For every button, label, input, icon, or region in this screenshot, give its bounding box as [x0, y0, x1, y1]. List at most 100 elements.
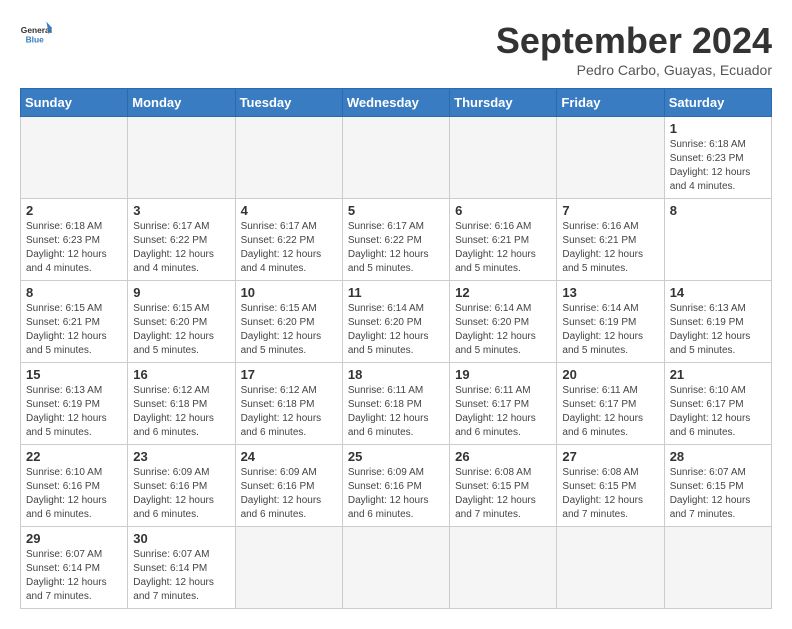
- day-detail: Sunrise: 6:09 AM Sunset: 6:16 PM Dayligh…: [133, 467, 214, 520]
- day-detail: Sunrise: 6:13 AM Sunset: 6:19 PM Dayligh…: [26, 385, 107, 438]
- day-detail: Sunrise: 6:16 AM Sunset: 6:21 PM Dayligh…: [455, 221, 536, 274]
- day-cell: 21 Sunrise: 6:10 AM Sunset: 6:17 PM Dayli…: [664, 363, 771, 445]
- days-of-week-header: SundayMondayTuesdayWednesdayThursdayFrid…: [21, 89, 772, 117]
- day-number: 23: [133, 449, 229, 464]
- dow-thursday: Thursday: [450, 89, 557, 117]
- empty-cell: [21, 117, 128, 199]
- day-number: 17: [241, 367, 337, 382]
- location: Pedro Carbo, Guayas, Ecuador: [496, 62, 772, 78]
- day-cell: 24 Sunrise: 6:09 AM Sunset: 6:16 PM Dayli…: [235, 445, 342, 527]
- day-number: 8: [26, 285, 122, 300]
- day-number: 11: [348, 285, 444, 300]
- day-cell: 8: [664, 199, 771, 281]
- day-number: 24: [241, 449, 337, 464]
- day-detail: Sunrise: 6:17 AM Sunset: 6:22 PM Dayligh…: [133, 221, 214, 274]
- day-detail: Sunrise: 6:14 AM Sunset: 6:19 PM Dayligh…: [562, 303, 643, 356]
- day-cell: 2 Sunrise: 6:18 AM Sunset: 6:23 PM Daylig…: [21, 199, 128, 281]
- day-detail: Sunrise: 6:08 AM Sunset: 6:15 PM Dayligh…: [455, 467, 536, 520]
- day-cell: 16 Sunrise: 6:12 AM Sunset: 6:18 PM Dayli…: [128, 363, 235, 445]
- day-detail: Sunrise: 6:15 AM Sunset: 6:20 PM Dayligh…: [241, 303, 322, 356]
- day-detail: Sunrise: 6:09 AM Sunset: 6:16 PM Dayligh…: [241, 467, 322, 520]
- day-number: 26: [455, 449, 551, 464]
- empty-cell: [235, 527, 342, 609]
- day-cell: 1 Sunrise: 6:18 AM Sunset: 6:23 PM Dayli…: [664, 117, 771, 199]
- day-number: 22: [26, 449, 122, 464]
- day-detail: Sunrise: 6:10 AM Sunset: 6:16 PM Dayligh…: [26, 467, 107, 520]
- day-number: 12: [455, 285, 551, 300]
- day-number: 18: [348, 367, 444, 382]
- day-cell: 5Sunrise: 6:17 AM Sunset: 6:22 PM Daylig…: [342, 199, 449, 281]
- day-cell: 22 Sunrise: 6:10 AM Sunset: 6:16 PM Dayli…: [21, 445, 128, 527]
- day-detail: Sunrise: 6:18 AM Sunset: 6:23 PM Dayligh…: [26, 221, 107, 274]
- calendar-week: 22 Sunrise: 6:10 AM Sunset: 6:16 PM Dayli…: [21, 445, 772, 527]
- day-number: 14: [670, 285, 766, 300]
- day-cell: 7 Sunrise: 6:16 AM Sunset: 6:21 PM Daylig…: [557, 199, 664, 281]
- day-number: 4: [241, 203, 337, 218]
- day-detail: Sunrise: 6:07 AM Sunset: 6:14 PM Dayligh…: [26, 549, 107, 602]
- day-number: 1: [670, 121, 766, 136]
- empty-cell: [128, 117, 235, 199]
- day-cell: 18 Sunrise: 6:11 AM Sunset: 6:18 PM Dayli…: [342, 363, 449, 445]
- day-detail: Sunrise: 6:16 AM Sunset: 6:21 PM Dayligh…: [562, 221, 643, 274]
- day-detail: Sunrise: 6:09 AM Sunset: 6:16 PM Dayligh…: [348, 467, 429, 520]
- logo: General Blue: [20, 20, 58, 52]
- day-cell: 20Sunrise: 6:11 AM Sunset: 6:17 PM Dayli…: [557, 363, 664, 445]
- day-cell: 4 Sunrise: 6:17 AM Sunset: 6:22 PM Daylig…: [235, 199, 342, 281]
- day-cell: 13 Sunrise: 6:14 AM Sunset: 6:19 PM Dayli…: [557, 281, 664, 363]
- day-cell: 27 Sunrise: 6:08 AM Sunset: 6:15 PM Dayli…: [557, 445, 664, 527]
- day-cell: 8 Sunrise: 6:15 AM Sunset: 6:21 PM Daylig…: [21, 281, 128, 363]
- day-cell: 15 Sunrise: 6:13 AM Sunset: 6:19 PM Dayli…: [21, 363, 128, 445]
- dow-wednesday: Wednesday: [342, 89, 449, 117]
- day-cell: 19Sunrise: 6:11 AM Sunset: 6:17 PM Dayli…: [450, 363, 557, 445]
- day-cell: 30 Sunrise: 6:07 AM Sunset: 6:14 PM Dayli…: [128, 527, 235, 609]
- dow-saturday: Saturday: [664, 89, 771, 117]
- day-number: 10: [241, 285, 337, 300]
- day-detail: Sunrise: 6:12 AM Sunset: 6:18 PM Dayligh…: [133, 385, 214, 438]
- logo-icon: General Blue: [20, 20, 52, 52]
- day-detail: Sunrise: 6:11 AM Sunset: 6:17 PM Dayligh…: [455, 385, 536, 438]
- day-detail: Sunrise: 6:13 AM Sunset: 6:19 PM Dayligh…: [670, 303, 751, 356]
- day-detail: Sunrise: 6:15 AM Sunset: 6:21 PM Dayligh…: [26, 303, 107, 356]
- day-number: 27: [562, 449, 658, 464]
- calendar-week: 29Sunrise: 6:07 AM Sunset: 6:14 PM Dayli…: [21, 527, 772, 609]
- day-cell: 3Sunrise: 6:17 AM Sunset: 6:22 PM Daylig…: [128, 199, 235, 281]
- day-cell: 26 Sunrise: 6:08 AM Sunset: 6:15 PM Dayli…: [450, 445, 557, 527]
- day-number: 30: [133, 531, 229, 546]
- day-number: 7: [562, 203, 658, 218]
- day-cell: 6Sunrise: 6:16 AM Sunset: 6:21 PM Daylig…: [450, 199, 557, 281]
- day-detail: Sunrise: 6:18 AM Sunset: 6:23 PM Dayligh…: [670, 139, 751, 192]
- day-number: 9: [133, 285, 229, 300]
- calendar-week: 2 Sunrise: 6:18 AM Sunset: 6:23 PM Daylig…: [21, 199, 772, 281]
- empty-cell: [664, 527, 771, 609]
- day-number: 8: [670, 203, 766, 218]
- calendar-week: 1 Sunrise: 6:18 AM Sunset: 6:23 PM Dayli…: [21, 117, 772, 199]
- calendar-body: 1 Sunrise: 6:18 AM Sunset: 6:23 PM Dayli…: [21, 117, 772, 609]
- empty-cell: [450, 117, 557, 199]
- day-cell: 25 Sunrise: 6:09 AM Sunset: 6:16 PM Dayli…: [342, 445, 449, 527]
- dow-monday: Monday: [128, 89, 235, 117]
- day-cell: 23 Sunrise: 6:09 AM Sunset: 6:16 PM Dayli…: [128, 445, 235, 527]
- dow-tuesday: Tuesday: [235, 89, 342, 117]
- day-number: 2: [26, 203, 122, 218]
- svg-text:Blue: Blue: [26, 34, 45, 44]
- day-detail: Sunrise: 6:07 AM Sunset: 6:14 PM Dayligh…: [133, 549, 214, 602]
- day-cell: 17Sunrise: 6:12 AM Sunset: 6:18 PM Dayli…: [235, 363, 342, 445]
- day-detail: Sunrise: 6:17 AM Sunset: 6:22 PM Dayligh…: [348, 221, 429, 274]
- empty-cell: [342, 117, 449, 199]
- page-header: General Blue September 2024 Pedro Carbo,…: [20, 20, 772, 78]
- day-cell: 11 Sunrise: 6:14 AM Sunset: 6:20 PM Dayli…: [342, 281, 449, 363]
- day-detail: Sunrise: 6:14 AM Sunset: 6:20 PM Dayligh…: [348, 303, 429, 356]
- day-detail: Sunrise: 6:10 AM Sunset: 6:17 PM Dayligh…: [670, 385, 751, 438]
- day-number: 15: [26, 367, 122, 382]
- day-cell: 28Sunrise: 6:07 AM Sunset: 6:15 PM Dayli…: [664, 445, 771, 527]
- dow-sunday: Sunday: [21, 89, 128, 117]
- day-number: 25: [348, 449, 444, 464]
- day-cell: 29Sunrise: 6:07 AM Sunset: 6:14 PM Dayli…: [21, 527, 128, 609]
- day-number: 13: [562, 285, 658, 300]
- day-number: 16: [133, 367, 229, 382]
- day-number: 21: [670, 367, 766, 382]
- day-cell: 9Sunrise: 6:15 AM Sunset: 6:20 PM Daylig…: [128, 281, 235, 363]
- day-detail: Sunrise: 6:17 AM Sunset: 6:22 PM Dayligh…: [241, 221, 322, 274]
- day-detail: Sunrise: 6:11 AM Sunset: 6:18 PM Dayligh…: [348, 385, 429, 438]
- day-detail: Sunrise: 6:08 AM Sunset: 6:15 PM Dayligh…: [562, 467, 643, 520]
